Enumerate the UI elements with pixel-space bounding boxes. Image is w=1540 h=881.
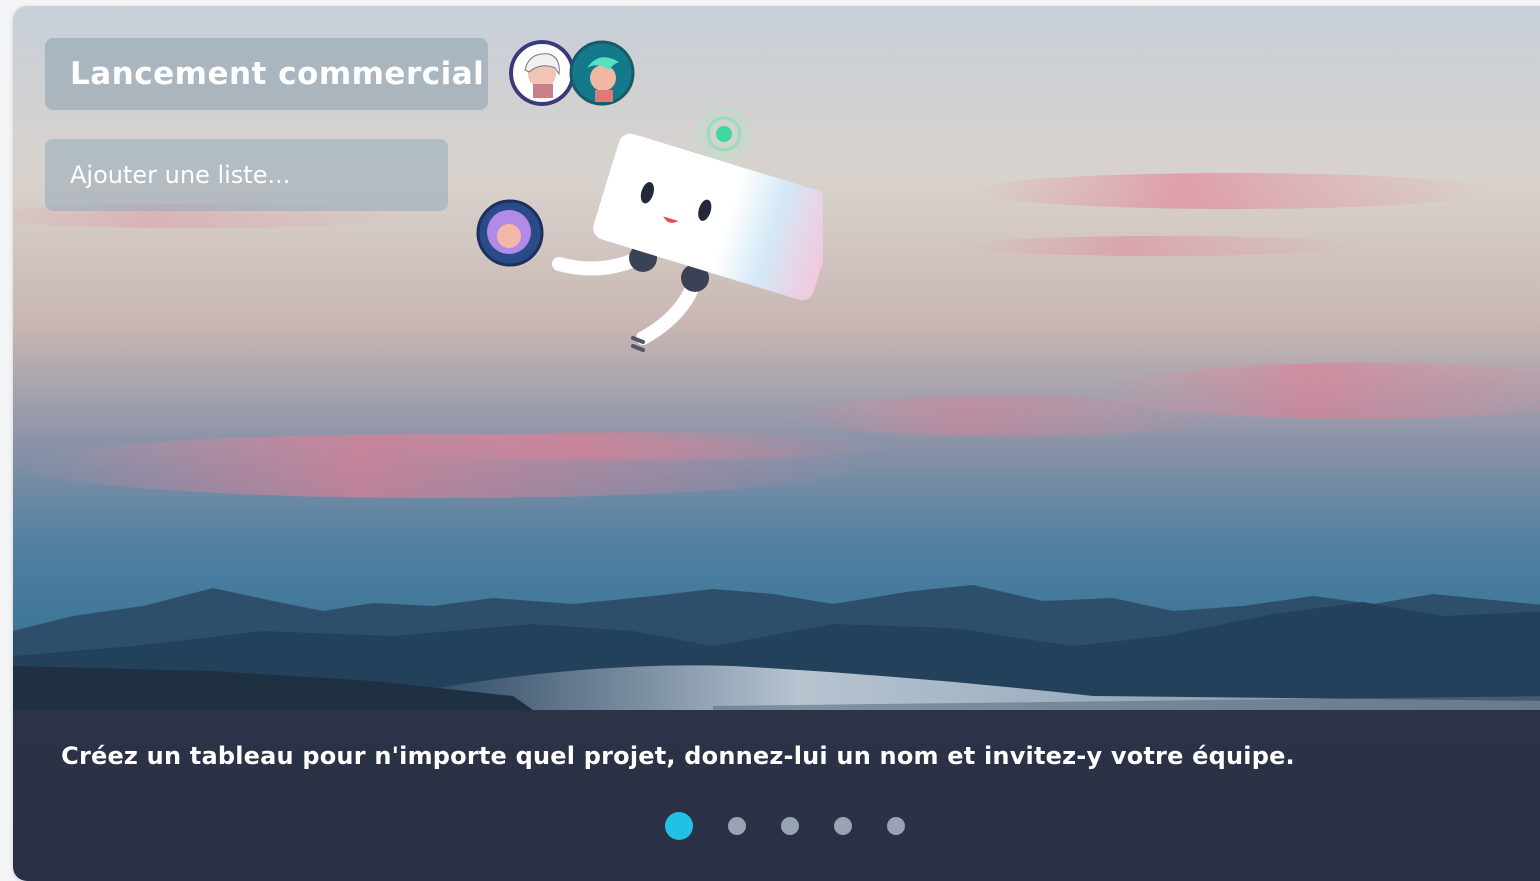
carousel-dot-4[interactable] xyxy=(834,817,852,835)
caption-text: Créez un tableau pour n'importe quel pro… xyxy=(61,742,1295,770)
avatar xyxy=(509,40,575,106)
carousel-pagination xyxy=(665,812,940,840)
cloud xyxy=(373,432,893,460)
caption-panel: Créez un tableau pour n'importe quel pro… xyxy=(13,710,1540,881)
mascot-illustration xyxy=(552,109,823,352)
cloud xyxy=(783,396,1243,436)
board-title[interactable]: Lancement commercial xyxy=(45,38,488,110)
carousel-dot-1[interactable] xyxy=(665,812,693,840)
carousel-dot-2[interactable] xyxy=(728,817,746,835)
carousel-dot-5[interactable] xyxy=(887,817,905,835)
add-list-input[interactable]: Ajouter une liste... xyxy=(45,139,448,211)
avatar xyxy=(569,40,635,106)
carousel-dot-3[interactable] xyxy=(781,817,799,835)
onboarding-card: Lancement commercial Ajouter une liste..… xyxy=(13,6,1540,881)
cloud xyxy=(973,173,1493,209)
cloud xyxy=(963,236,1363,256)
